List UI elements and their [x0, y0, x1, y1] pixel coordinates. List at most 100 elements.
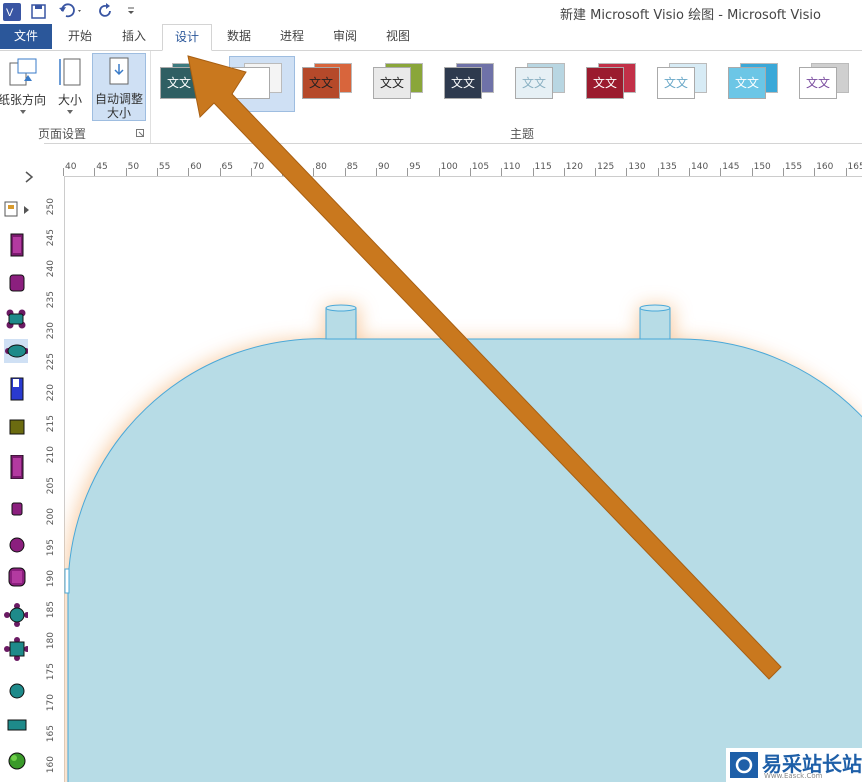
tab-review[interactable]: 审阅 — [323, 24, 367, 49]
ruler-tick-label: 135 — [659, 162, 677, 172]
ruler-tick-label: 115 — [534, 162, 552, 172]
theme-item-7[interactable]: 文文 — [584, 57, 648, 109]
ruler-tick-label: 200 — [46, 508, 56, 526]
ruler-tick-mark — [219, 168, 221, 176]
ruler-tick-label: 170 — [46, 694, 56, 712]
round-stool-icon[interactable] — [4, 533, 28, 557]
redo-icon[interactable] — [98, 3, 114, 19]
page-size-icon — [59, 58, 81, 86]
theme-front-swatch: 文文 — [586, 67, 624, 99]
ruler-tick-mark — [156, 168, 158, 176]
plant-icon[interactable] — [4, 749, 28, 773]
theme-item-1[interactable]: 文文 — [158, 57, 222, 109]
ruler-tick-mark — [282, 168, 284, 176]
ruler-tick-label: 110 — [503, 162, 521, 172]
theme-item-10[interactable]: 文文 — [797, 57, 861, 109]
theme-front-swatch: 文文 — [799, 67, 837, 99]
ruler-tick-mark — [532, 168, 534, 176]
dropdown-arrow-icon — [20, 110, 26, 114]
ruler-tick-label: 95 — [409, 162, 421, 172]
tab-file[interactable]: 文件 — [0, 24, 52, 49]
rectangle-icon[interactable] — [4, 713, 28, 737]
stencil-menu-icon[interactable] — [4, 201, 32, 219]
watermark-logo-icon — [730, 752, 758, 778]
small-chair-icon[interactable] — [4, 497, 28, 521]
ruler-tick-mark — [782, 168, 784, 176]
ruler-tick-label: 50 — [127, 162, 140, 172]
autosize-button[interactable]: 自动调整 大小 — [92, 53, 146, 121]
visio-logo-icon[interactable]: V — [3, 3, 21, 21]
ruler-tick-label: 210 — [46, 446, 56, 464]
ruler-tick-label: 80 — [315, 162, 327, 172]
ruler-tick-label: 65 — [221, 162, 233, 172]
chair-icon[interactable] — [4, 271, 28, 295]
ruler-tick-mark — [125, 168, 127, 176]
window-icon[interactable] — [4, 377, 28, 401]
autosize-label-2: 大小 — [106, 106, 131, 120]
tab-insert[interactable]: 插入 — [112, 24, 156, 49]
ruler-tick-label: 75 — [284, 162, 296, 172]
ruler-tick-label: 60 — [190, 162, 202, 172]
ruler-tick-mark — [94, 168, 96, 176]
tall-door-icon[interactable] — [4, 455, 28, 479]
ruler-tick-mark — [595, 168, 597, 176]
ruler-tick-mark — [626, 168, 628, 176]
ruler-tick-label: 90 — [378, 162, 390, 172]
tab-process[interactable]: 进程 — [270, 24, 314, 49]
ruler-tick-mark — [657, 168, 659, 176]
title-bar: V 新建 Microsoft Visio 绘图 - Microsoft Visi… — [0, 0, 862, 24]
theme-front-swatch: 文文 — [515, 67, 553, 99]
ruler-vertical: 250 245 240 235 230 225 220 215 210 205 200 195 190 1… — [44, 176, 65, 782]
tab-design[interactable]: 设计 — [162, 24, 212, 51]
selection-handle[interactable] — [64, 568, 70, 594]
orientation-button[interactable]: 纸张方向 — [0, 53, 46, 117]
ruler-tick-label: 130 — [628, 162, 646, 172]
tab-home[interactable]: 开始 — [58, 24, 102, 49]
ruler-horizontal: 40 45 50 55 60 65 70 75 80 85 90 95 100 105 110 115 120 1… — [62, 156, 862, 177]
ruler-tick-label: 195 — [46, 539, 56, 557]
ruler-tick-label: 160 — [46, 756, 56, 774]
theme-item-5[interactable]: 文文 — [442, 57, 506, 109]
theme-front-swatch — [232, 67, 270, 99]
theme-front-swatch: 文文 — [302, 67, 340, 99]
ruler-tick-label: 245 — [46, 229, 56, 247]
theme-item-3[interactable]: 文文 — [300, 57, 364, 109]
tab-view[interactable]: 视图 — [376, 24, 420, 49]
ruler-tick-label: 230 — [46, 322, 56, 340]
ruler-tick-mark — [407, 168, 409, 176]
theme-item-2[interactable] — [229, 56, 295, 112]
theme-item-6[interactable]: 文文 — [513, 57, 577, 109]
table-oval-icon[interactable] — [4, 339, 28, 363]
ruler-tick-label: 45 — [96, 162, 108, 172]
ruler-tick-label: 235 — [46, 291, 56, 309]
rounded-pool-shape[interactable] — [67, 304, 862, 782]
circle-icon[interactable] — [4, 679, 28, 703]
ribbon-tabs: 文件 开始 插入 设计 数据 进程 审阅 视图 — [0, 24, 862, 51]
ruler-tick-label: 70 — [252, 162, 265, 172]
round-table-icon[interactable] — [4, 603, 28, 627]
theme-front-swatch: 文文 — [373, 67, 411, 99]
cabinet-icon[interactable] — [4, 415, 28, 439]
undo-icon[interactable] — [58, 3, 84, 19]
size-button[interactable]: 大小 — [50, 53, 90, 117]
ruler-tick-mark — [689, 168, 690, 176]
ruler-tick-label: 165 — [46, 725, 56, 743]
ruler-tick-label: 100 — [440, 162, 458, 172]
save-icon[interactable] — [31, 4, 46, 19]
table-round-4-icon[interactable] — [4, 307, 28, 331]
chevron-right-icon[interactable] — [24, 171, 34, 183]
tab-data[interactable]: 数据 — [217, 24, 261, 49]
door-icon[interactable] — [4, 233, 28, 257]
square-table-icon[interactable] — [4, 637, 28, 661]
theme-item-9[interactable]: 文文 — [726, 57, 790, 109]
customize-qat-icon[interactable] — [126, 6, 136, 16]
ruler-tick-label: 155 — [784, 162, 803, 172]
armchair-icon[interactable] — [4, 565, 28, 589]
ruler-tick-mark — [845, 168, 847, 176]
dialog-launcher-icon[interactable] — [136, 129, 145, 138]
drawing-canvas[interactable] — [64, 177, 862, 782]
theme-item-4[interactable]: 文文 — [371, 57, 435, 109]
ruler-tick-label: 165 — [847, 162, 862, 172]
theme-item-8[interactable]: 文文 — [655, 57, 719, 109]
ruler-tick-label: 150 — [753, 162, 771, 172]
